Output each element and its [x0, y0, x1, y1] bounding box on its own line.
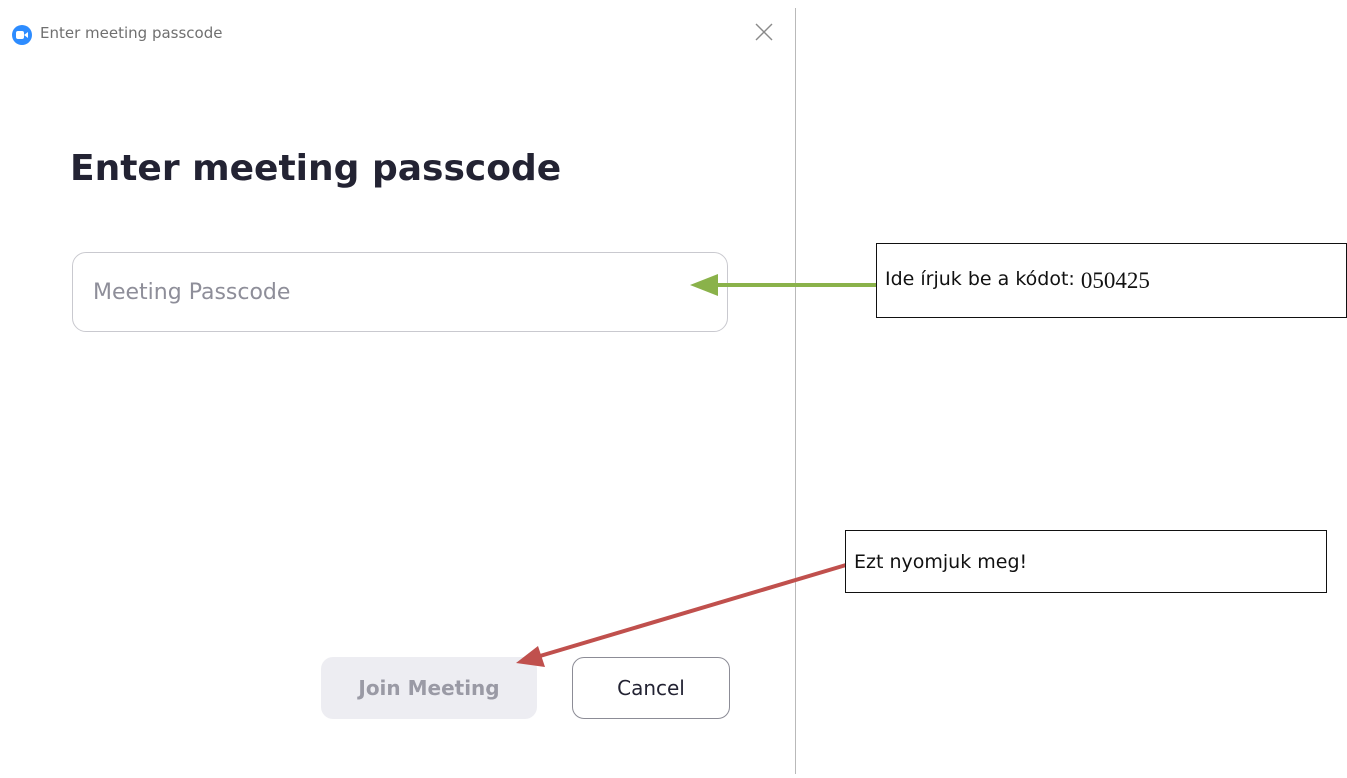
- dialog-heading: Enter meeting passcode: [70, 148, 562, 189]
- passcode-code: 050425: [1080, 268, 1150, 293]
- join-callout: Ezt nyomjuk meg!: [845, 530, 1327, 593]
- join-meeting-button[interactable]: Join Meeting: [321, 657, 537, 719]
- cancel-button[interactable]: Cancel: [572, 657, 730, 719]
- passcode-callout-text: Ide írjuk be a kódot:: [885, 268, 1075, 290]
- window-border: [795, 8, 796, 774]
- meeting-passcode-input[interactable]: [72, 252, 728, 332]
- zoom-camera-icon: [12, 25, 32, 45]
- passcode-dialog-window: Enter meeting passcode Enter meeting pas…: [0, 0, 795, 778]
- close-icon[interactable]: [752, 20, 776, 44]
- passcode-callout: Ide írjuk be a kódot: 050425: [876, 243, 1347, 318]
- window-title: Enter meeting passcode: [40, 24, 223, 42]
- join-callout-text: Ezt nyomjuk meg!: [854, 551, 1028, 573]
